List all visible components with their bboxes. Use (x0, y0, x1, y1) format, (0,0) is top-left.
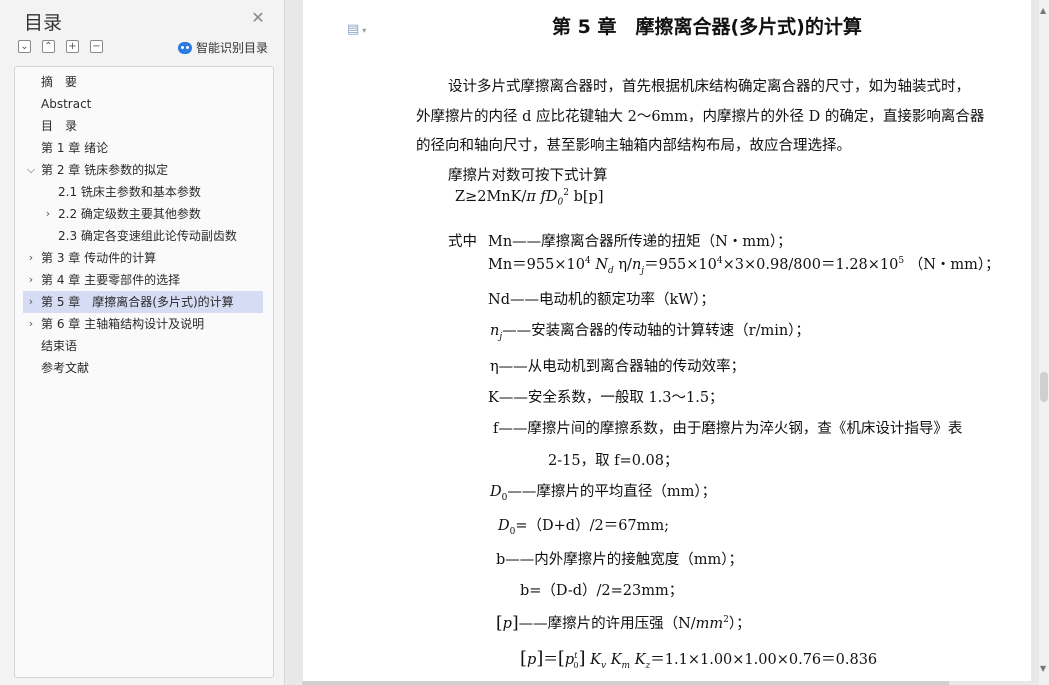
ai-robot-icon (178, 41, 192, 54)
d0-definition: D0——摩擦片的平均直径（mm）； (490, 484, 717, 503)
d0-calculation: D0=（D+d）/2＝67mm; (498, 518, 670, 537)
toc-item[interactable]: › 第 4 章 主要零部件的选择 (23, 269, 263, 291)
toc-item-label: 2.1 铣床主参数和基本参数 (58, 185, 201, 199)
toc-item-label: 第 1 章 绪论 (41, 141, 109, 155)
document-icon[interactable]: ▤ ▾ (347, 22, 366, 37)
expand-all-icon[interactable]: ⌃ (42, 40, 55, 53)
toc-item[interactable]: 2.3 确定各变速组此论传动副齿数 (23, 225, 263, 247)
toc-item[interactable]: ⌵ 第 2 章 铣床参数的拟定 (23, 159, 263, 181)
toc-item[interactable]: › 第 5 章 摩擦离合器(多片式)的计算 (23, 291, 263, 313)
b-definition: b——内外摩擦片的接触宽度（mm）； (496, 552, 744, 568)
nd-definition: Nd——电动机的额定功率（kW）； (488, 292, 715, 308)
close-icon[interactable]: ✕ (250, 10, 266, 26)
toc-item[interactable]: 摘 要 (23, 71, 263, 93)
smart-toc-label: 智能识别目录 (196, 41, 269, 55)
toc-item-label: 第 3 章 传动件的计算 (41, 251, 157, 265)
b-calculation: b=（D-d）/2=23mm； (520, 583, 684, 599)
p-calculation: [p]＝[pt0] Kv Km Kz＝1.1×1.00×1.00×0.76＝0.… (520, 648, 878, 671)
add-heading-icon[interactable]: + (66, 40, 79, 53)
toc-item-label: 第 5 章 摩擦离合器(多片式)的计算 (41, 295, 234, 309)
smart-toc-button[interactable]: 智能识别目录 (178, 39, 268, 56)
toc-item-label: 参考文献 (41, 361, 90, 375)
toc-item-label: 结束语 (41, 339, 78, 353)
toc-item[interactable]: › 第 6 章 主轴箱结构设计及说明 (23, 313, 263, 335)
toc-item-label: 2.3 确定各变速组此论传动副齿数 (58, 229, 237, 243)
scrollbar-thumb[interactable] (1040, 372, 1048, 402)
toc-title: 目录 (24, 12, 63, 34)
toc-item[interactable]: 第 1 章 绪论 (23, 137, 263, 159)
toc-item-label: Abstract (41, 97, 92, 111)
document-area: ▤ ▾ 第 5 章 摩擦离合器(多片式)的计算 设计多片式摩擦离合器时，首先根据机… (285, 0, 1049, 685)
paragraph-line: 摩擦片对数可按下式计算 (448, 168, 608, 184)
scroll-down-icon[interactable]: ▼ (1040, 664, 1046, 673)
toc-item[interactable]: 参考文献 (23, 357, 263, 379)
chevron-right-icon[interactable]: › (25, 291, 37, 313)
chevron-down-icon[interactable]: ⌵ (25, 159, 37, 181)
nj-definition: nj——安装离合器的传动轴的计算转速（r/min）； (490, 323, 810, 342)
toc-item[interactable]: 结束语 (23, 335, 263, 357)
mn-definition: Mn——摩擦离合器所传递的扭矩（N・mm）； (488, 234, 792, 250)
collapse-all-icon[interactable]: ⌄ (18, 40, 31, 53)
toc-item-label: 第 4 章 主要零部件的选择 (41, 273, 181, 287)
p-definition: [p]——摩擦片的许用压强（N/mm2）； (496, 613, 751, 633)
chevron-down-icon: ▾ (362, 26, 367, 35)
toc-item[interactable]: 目 录 (23, 115, 263, 137)
mn-calculation: Mn＝955×104 Nd η/nj＝955×104×3×0.98/800＝1.… (488, 256, 1000, 276)
vertical-scrollbar[interactable] (1039, 0, 1049, 685)
k-definition: K——安全系数，一般取 1.3～1.5； (488, 390, 724, 406)
toc-panel: 目录 ✕ ⌄ ⌃ + − 智能识别目录 摘 要 Abstract 目 录第 1 章 … (0, 0, 285, 685)
formula-z: Z≥2MnK/π fD02 b[p] (455, 188, 604, 208)
toc-item[interactable]: › 第 3 章 传动件的计算 (23, 247, 263, 269)
horizontal-scrollbar[interactable] (302, 681, 949, 685)
paragraph-line: 设计多片式摩擦离合器时，首先根据机床结构确定离合器的尺寸，如为轴装式时， (448, 79, 970, 95)
paragraph-line: 外摩擦片的内径 d 应比花键轴大 2～6mm，内摩擦片的外径 D 的确定，直接影… (416, 109, 985, 125)
paragraph-line: 的径向和轴向尺寸，甚至影响主轴箱内部结构布局，故应合理选择。 (416, 138, 851, 154)
toc-item[interactable]: 2.1 铣床主参数和基本参数 (23, 181, 263, 203)
toc-item-label: 第 2 章 铣床参数的拟定 (41, 163, 169, 177)
toc-item-label: 2.2 确定级数主要其他参数 (58, 207, 201, 221)
toc-item-label: 第 6 章 主轴箱结构设计及说明 (41, 317, 205, 331)
remove-heading-icon[interactable]: − (90, 40, 103, 53)
toc-list: 摘 要 Abstract 目 录第 1 章 绪论 ⌵ 第 2 章 铣床参数的拟定 2.1 … (14, 66, 274, 678)
toc-item[interactable]: Abstract (23, 93, 263, 115)
f-definition-cont: 2-15，取 f=0.08； (548, 453, 679, 469)
where-label: 式中 (448, 234, 477, 250)
chevron-right-icon[interactable]: › (25, 247, 37, 269)
document-page: ▤ ▾ 第 5 章 摩擦离合器(多片式)的计算 设计多片式摩擦离合器时，首先根据机… (303, 0, 1031, 681)
scroll-up-icon[interactable]: ▲ (1040, 6, 1046, 15)
eta-definition: η——从电动机到离合器轴的传动效率； (490, 359, 746, 375)
chevron-right-icon[interactable]: › (42, 203, 54, 225)
chapter-heading: 第 5 章 摩擦离合器(多片式)的计算 (552, 16, 862, 38)
toc-item-label: 目 录 (41, 119, 78, 133)
f-definition: f——摩擦片间的摩擦系数，由于磨擦片为淬火钢，查《机床设计指导》表 (493, 421, 963, 437)
chevron-right-icon[interactable]: › (25, 313, 37, 335)
toc-item-label: 摘 要 (41, 75, 78, 89)
chevron-right-icon[interactable]: › (25, 269, 37, 291)
toc-item[interactable]: › 2.2 确定级数主要其他参数 (23, 203, 263, 225)
